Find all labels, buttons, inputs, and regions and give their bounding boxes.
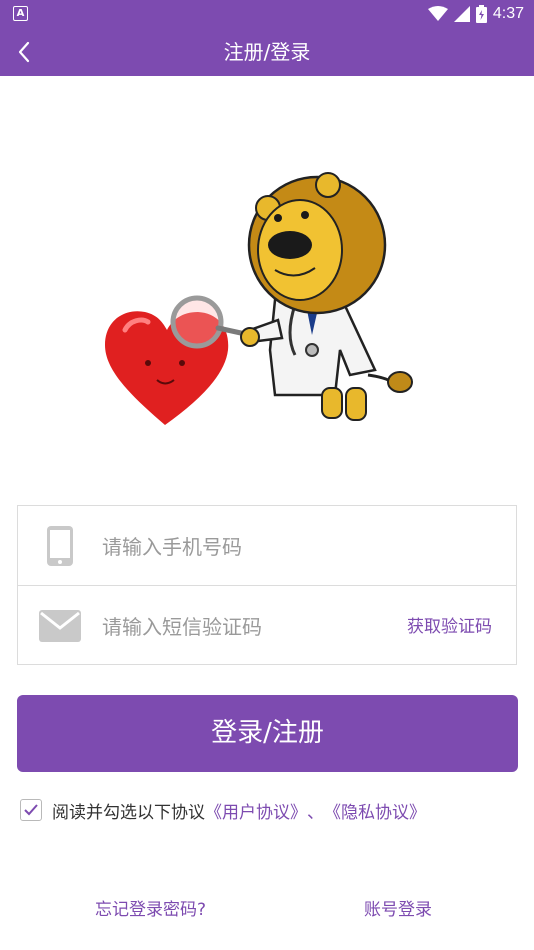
forgot-password-link[interactable]: 忘记登录密码? [95,895,206,920]
agreement-row: 阅读并勾选以下协议 《用户协议》 、 《隐私协议》 [20,797,426,823]
user-agreement-link[interactable]: 《用户协议》 [205,798,307,823]
phone-row [18,506,516,585]
app-bar: 注册/登录 [0,28,534,76]
status-time: 4:37 [492,5,524,22]
notification-icon: A [13,6,28,21]
login-form: 获取验证码 [17,505,517,665]
phone-input[interactable] [100,526,384,568]
agreement-text: 阅读并勾选以下协议 [52,802,205,823]
page-title: 注册/登录 [223,40,311,64]
signal-icon [453,6,470,22]
login-register-button[interactable]: 登录/注册 [17,695,518,772]
status-bar: A 4:37 [0,0,534,28]
sms-code-input[interactable] [100,606,384,648]
back-button[interactable] [8,36,40,68]
check-icon [24,804,38,816]
agreement-checkbox[interactable] [20,799,42,821]
sms-row: 获取验证码 [18,585,516,665]
agreement-separator: 、 [307,802,324,823]
privacy-policy-link[interactable]: 《隐私协议》 [324,798,426,823]
battery-icon [475,5,487,23]
mail-icon [38,605,82,647]
chevron-left-icon [18,41,30,63]
lion-doctor-illustration [105,172,413,425]
phone-icon [38,525,82,567]
wifi-icon [427,6,448,21]
get-code-button[interactable]: 获取验证码 [407,612,492,637]
status-indicators: 4:37 [427,3,524,25]
account-login-link[interactable]: 账号登录 [364,895,432,920]
